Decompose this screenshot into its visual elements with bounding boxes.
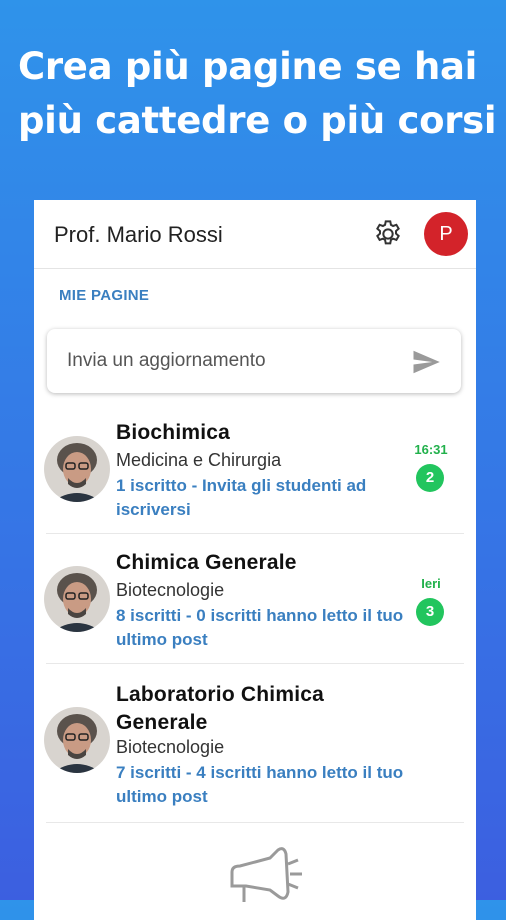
list-item[interactable]: Biochimica Medicina e Chirurgia 1 iscrit… xyxy=(44,421,464,522)
page-title: Prof. Mario Rossi xyxy=(54,222,223,247)
list-item[interactable]: Laboratorio Chimica Generale Biotecnolog… xyxy=(44,683,464,812)
megaphone-icon xyxy=(230,847,302,902)
update-input-placeholder: Invia un aggiornamento xyxy=(67,350,266,371)
app-screen: Prof. Mario Rossi P MIE PAGINE Invia un … xyxy=(34,200,476,920)
headline: Crea più pagine se hai più cattedre o pi… xyxy=(18,45,497,142)
unread-badge: 2 xyxy=(416,464,444,492)
divider xyxy=(46,822,464,823)
section-label: MIE PAGINE xyxy=(59,287,150,304)
profile-photo xyxy=(44,707,110,773)
page-name: Biochimica xyxy=(116,421,231,444)
app-bar: Prof. Mario Rossi P xyxy=(34,200,476,269)
page-subtitle: Biotecnologie xyxy=(116,737,225,757)
page-name: Chimica Generale xyxy=(116,551,297,574)
page-info: 7 iscritti - 4 iscritti hanno letto il t… xyxy=(116,763,404,806)
page-info: 1 iscritto - Invita gli studenti ad iscr… xyxy=(116,476,367,519)
update-input[interactable]: Invia un aggiornamento xyxy=(47,329,461,393)
divider xyxy=(46,533,464,534)
gear-icon[interactable] xyxy=(372,218,404,250)
page-name: Laboratorio Chimica Generale xyxy=(116,683,324,734)
list-item[interactable]: Chimica Generale Biotecnologie 8 iscritt… xyxy=(44,551,464,652)
profile-photo xyxy=(44,436,110,502)
send-icon[interactable] xyxy=(409,347,443,377)
page-info: 8 iscritti - 0 iscritti hanno letto il t… xyxy=(116,606,404,649)
profile-photo xyxy=(44,566,110,632)
timestamp: 16:31 xyxy=(414,442,448,457)
timestamp: Ieri xyxy=(421,576,441,591)
unread-badge: 3 xyxy=(416,598,444,626)
page-subtitle: Medicina e Chirurgia xyxy=(116,450,282,470)
divider xyxy=(46,663,464,664)
avatar[interactable]: P xyxy=(424,212,468,256)
page-subtitle: Biotecnologie xyxy=(116,580,225,600)
